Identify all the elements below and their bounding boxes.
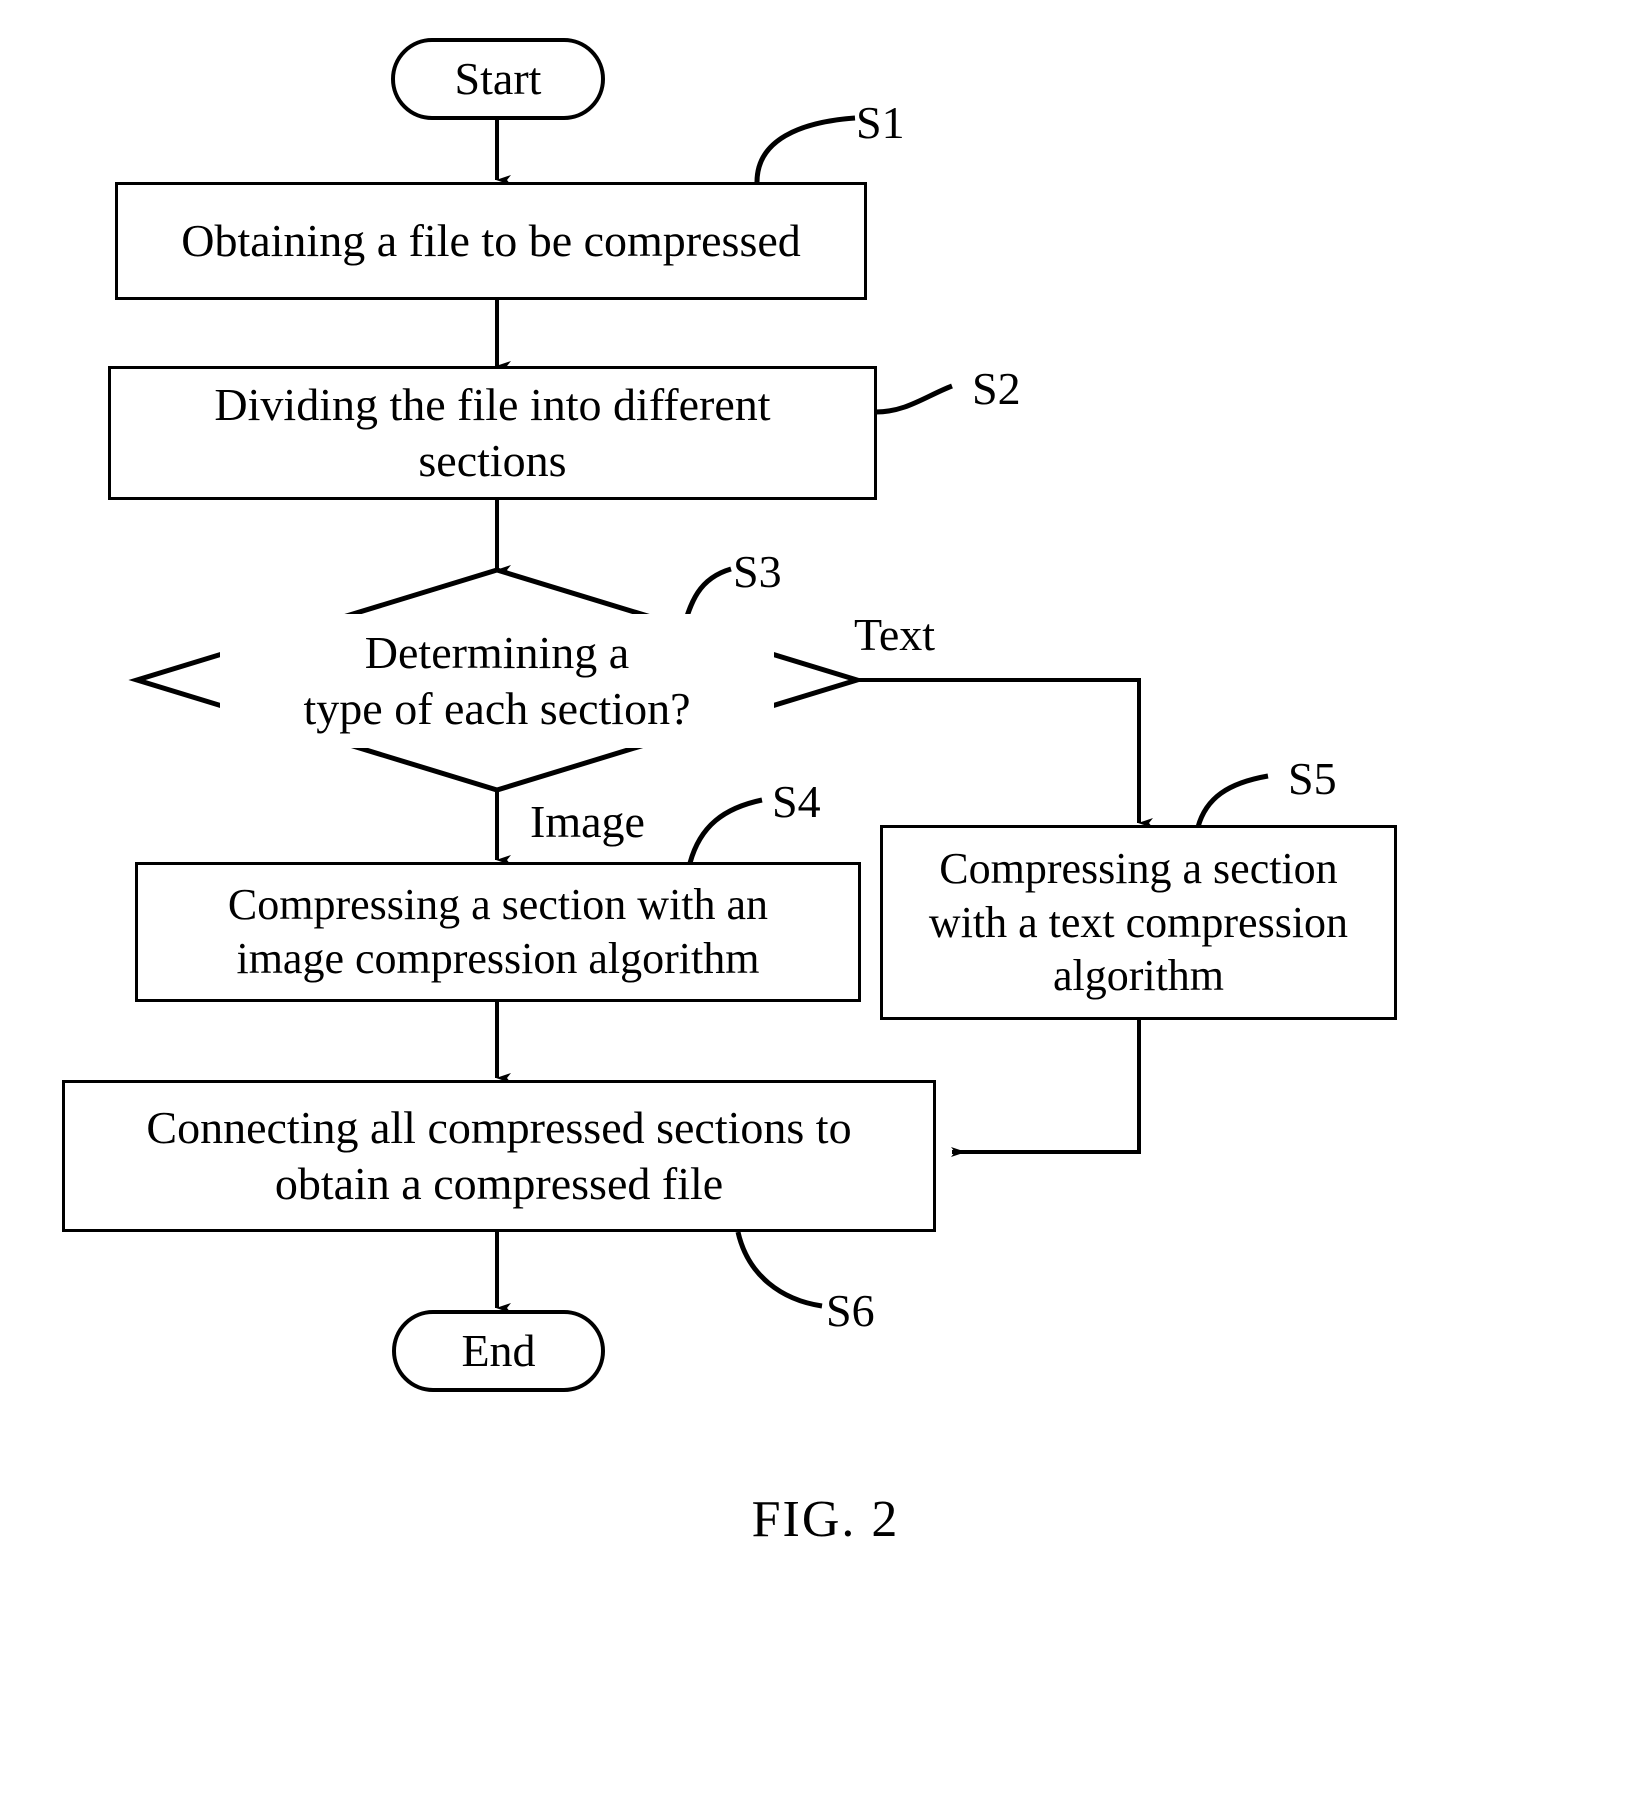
node-s1: Obtaining a file to be compressed bbox=[115, 182, 867, 300]
step-id-s3: S3 bbox=[733, 546, 782, 597]
step-id-s2: S2 bbox=[972, 363, 1021, 414]
connector-s5-to-s6 bbox=[951, 1019, 1141, 1157]
step-id-s6: S6 bbox=[826, 1285, 875, 1336]
node-s3-label: Determining a type of each section? bbox=[303, 626, 691, 734]
node-s1-label: Obtaining a file to be compressed bbox=[181, 214, 801, 266]
leader-line-s1 bbox=[754, 115, 856, 183]
step-id-s4: S4 bbox=[772, 776, 821, 827]
connector-s3-text-to-s5 bbox=[857, 678, 1153, 828]
node-s2-label: Dividing the file into different section… bbox=[214, 378, 771, 486]
node-s5-label: Compressing a section with a text compre… bbox=[928, 843, 1349, 1001]
branch-label-image: Image bbox=[530, 796, 645, 847]
node-start: Start bbox=[391, 38, 605, 120]
leader-line-s2 bbox=[875, 383, 953, 415]
node-s6: Connecting all compressed sections to ob… bbox=[62, 1080, 936, 1232]
leader-line-s5 bbox=[1195, 773, 1269, 828]
node-s2: Dividing the file into different section… bbox=[108, 366, 877, 500]
node-s5: Compressing a section with a text compre… bbox=[880, 825, 1397, 1020]
leader-line-s6 bbox=[735, 1231, 823, 1309]
figure-caption: FIG. 2 bbox=[751, 1491, 900, 1548]
node-s6-label: Connecting all compressed sections to ob… bbox=[146, 1101, 852, 1209]
step-id-s5: S5 bbox=[1288, 753, 1337, 804]
node-s3: Determining a type of each section? bbox=[220, 614, 774, 748]
branch-label-text: Text bbox=[854, 609, 936, 660]
step-id-s1: S1 bbox=[856, 97, 905, 148]
node-end-label: End bbox=[461, 1324, 536, 1376]
leader-line-s4 bbox=[687, 797, 763, 864]
node-start-label: Start bbox=[454, 52, 542, 104]
figure-canvas: Start Obtaining a file to be compressed … bbox=[0, 0, 1651, 1803]
node-end: End bbox=[392, 1310, 605, 1392]
node-s4-label: Compressing a section with an image comp… bbox=[227, 880, 769, 983]
node-s4: Compressing a section with an image comp… bbox=[135, 862, 861, 1002]
